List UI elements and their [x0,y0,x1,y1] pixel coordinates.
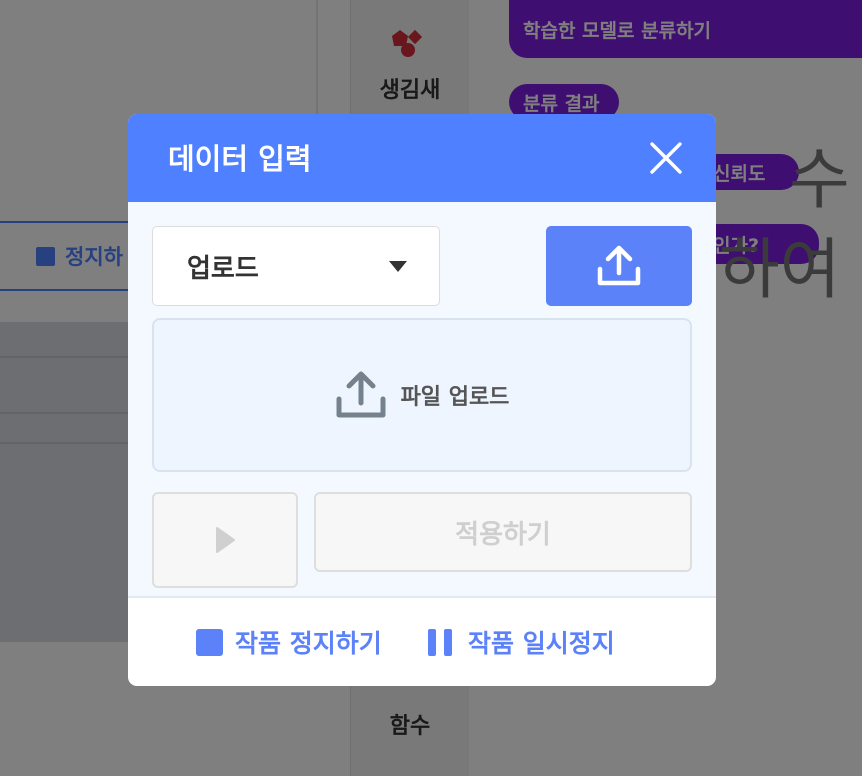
file-dropzone[interactable]: 파일 업로드 [152,318,692,472]
input-type-select[interactable]: 업로드 [152,226,440,306]
pause-icon [428,628,452,656]
dropzone-label: 파일 업로드 [400,385,510,410]
stop-square-icon [196,628,223,656]
select-value: 업로드 [187,253,259,284]
stop-project-button[interactable]: 작품 정지하기 [196,624,382,660]
data-input-modal: 데이터 입력 업로드 파일 업로드 적용하기 작품 정지하기 작품 일시정지 [128,114,716,686]
play-icon [216,527,235,553]
caret-down-icon [389,261,407,272]
pause-project-button[interactable]: 작품 일시정지 [428,624,615,660]
modal-header: 데이터 입력 [128,114,716,202]
stop-project-label: 작품 정지하기 [235,629,382,658]
play-button[interactable] [152,492,298,588]
modal-title: 데이터 입력 [168,142,312,176]
pause-project-label: 작품 일시정지 [468,629,615,658]
close-icon[interactable] [646,138,686,178]
file-upload-icon [336,371,386,418]
upload-icon [597,245,641,286]
apply-button[interactable]: 적용하기 [314,492,692,572]
upload-button[interactable] [546,226,692,306]
